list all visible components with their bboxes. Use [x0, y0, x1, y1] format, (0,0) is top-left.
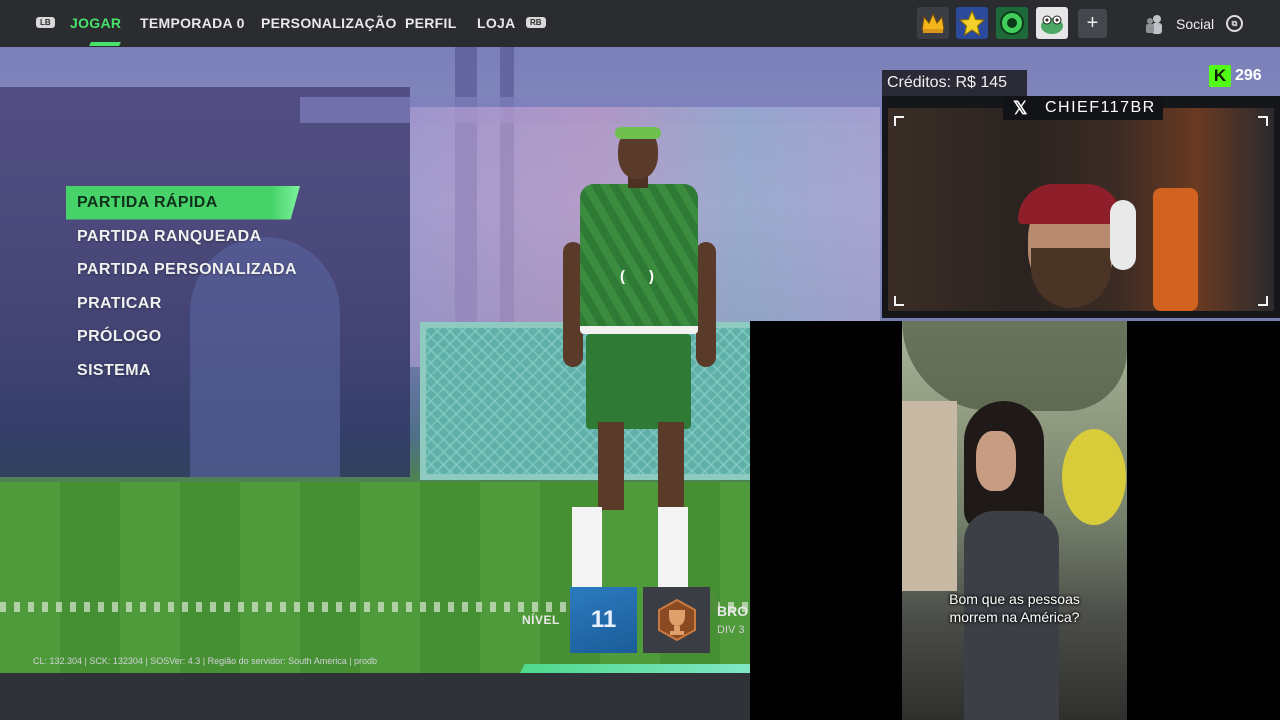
kick-count: 296 — [1235, 67, 1262, 84]
kick-logo-icon: K — [1209, 65, 1231, 87]
tab-personalizacao[interactable]: PERSONALIZAÇÃO — [261, 15, 397, 31]
social-label[interactable]: Social — [1176, 16, 1214, 32]
menu-item-partida-personalizada[interactable]: PARTIDA PERSONALIZADA — [66, 253, 300, 287]
rank-emblem[interactable] — [643, 587, 710, 653]
tab-loja[interactable]: LOJA — [477, 15, 516, 31]
progress-strip — [520, 664, 750, 673]
crown-badge-icon[interactable] — [917, 7, 949, 39]
rank-division: DIV 3 — [717, 624, 745, 636]
menu-item-praticar[interactable]: PRATICAR — [66, 287, 300, 321]
menu-item-partida-rapida[interactable]: PARTIDA RÁPIDA — [66, 186, 300, 220]
level-label: NÍVEL — [522, 613, 560, 627]
level-value[interactable]: 11 — [570, 587, 637, 653]
video-subtitle-line-2: morrem na América? — [949, 609, 1080, 625]
rank-name: BRO — [717, 603, 749, 619]
credits-display: Créditos: R$ 145 — [882, 70, 1027, 96]
active-tab-indicator — [89, 42, 121, 46]
x-logo-icon: 𝕏 — [1013, 98, 1028, 118]
bottom-bar — [0, 673, 750, 720]
menu-item-sistema[interactable]: SISTEMA — [66, 354, 300, 388]
rb-bumper-hint: RB — [526, 17, 546, 28]
menu-item-prologo[interactable]: PRÓLOGO — [66, 320, 300, 354]
lb-bumper-hint: LB — [36, 17, 55, 28]
menu-item-partida-ranqueada[interactable]: PARTIDA RANQUEADA — [66, 220, 300, 254]
video-subtitle: Bom que as pessoas morrem na América? — [902, 590, 1127, 626]
bronze-trophy-icon — [657, 598, 696, 642]
player-character — [560, 122, 730, 614]
server-info: CL: 132.304 | SCK: 132304 | SOSVer: 4.3 … — [33, 656, 378, 666]
video-subtitle-line-1: Bom que as pessoas — [949, 591, 1080, 607]
add-badge-button[interactable]: + — [1078, 9, 1107, 38]
webcam-feed — [888, 108, 1274, 311]
top-nav-bar: LB JOGAR TEMPORADA 0 PERSONALIZAÇÃO PERF… — [0, 0, 1280, 47]
star-badge-icon[interactable] — [956, 7, 988, 39]
main-menu: PARTIDA RÁPIDA PARTIDA RANQUEADA PARTIDA… — [66, 186, 300, 387]
video-clip — [902, 321, 1127, 720]
ball-badge-icon[interactable] — [996, 7, 1028, 39]
tab-temporada[interactable]: TEMPORADA 0 — [140, 15, 245, 31]
tab-perfil[interactable]: PERFIL — [405, 15, 457, 31]
social-people-icon — [1146, 15, 1162, 34]
tab-jogar[interactable]: JOGAR — [70, 15, 121, 31]
creature-badge-icon[interactable] — [1036, 7, 1068, 39]
webcam-frame — [882, 96, 1280, 318]
social-view-button[interactable]: ⧉ — [1226, 15, 1243, 32]
center-reticle: () — [620, 268, 654, 285]
